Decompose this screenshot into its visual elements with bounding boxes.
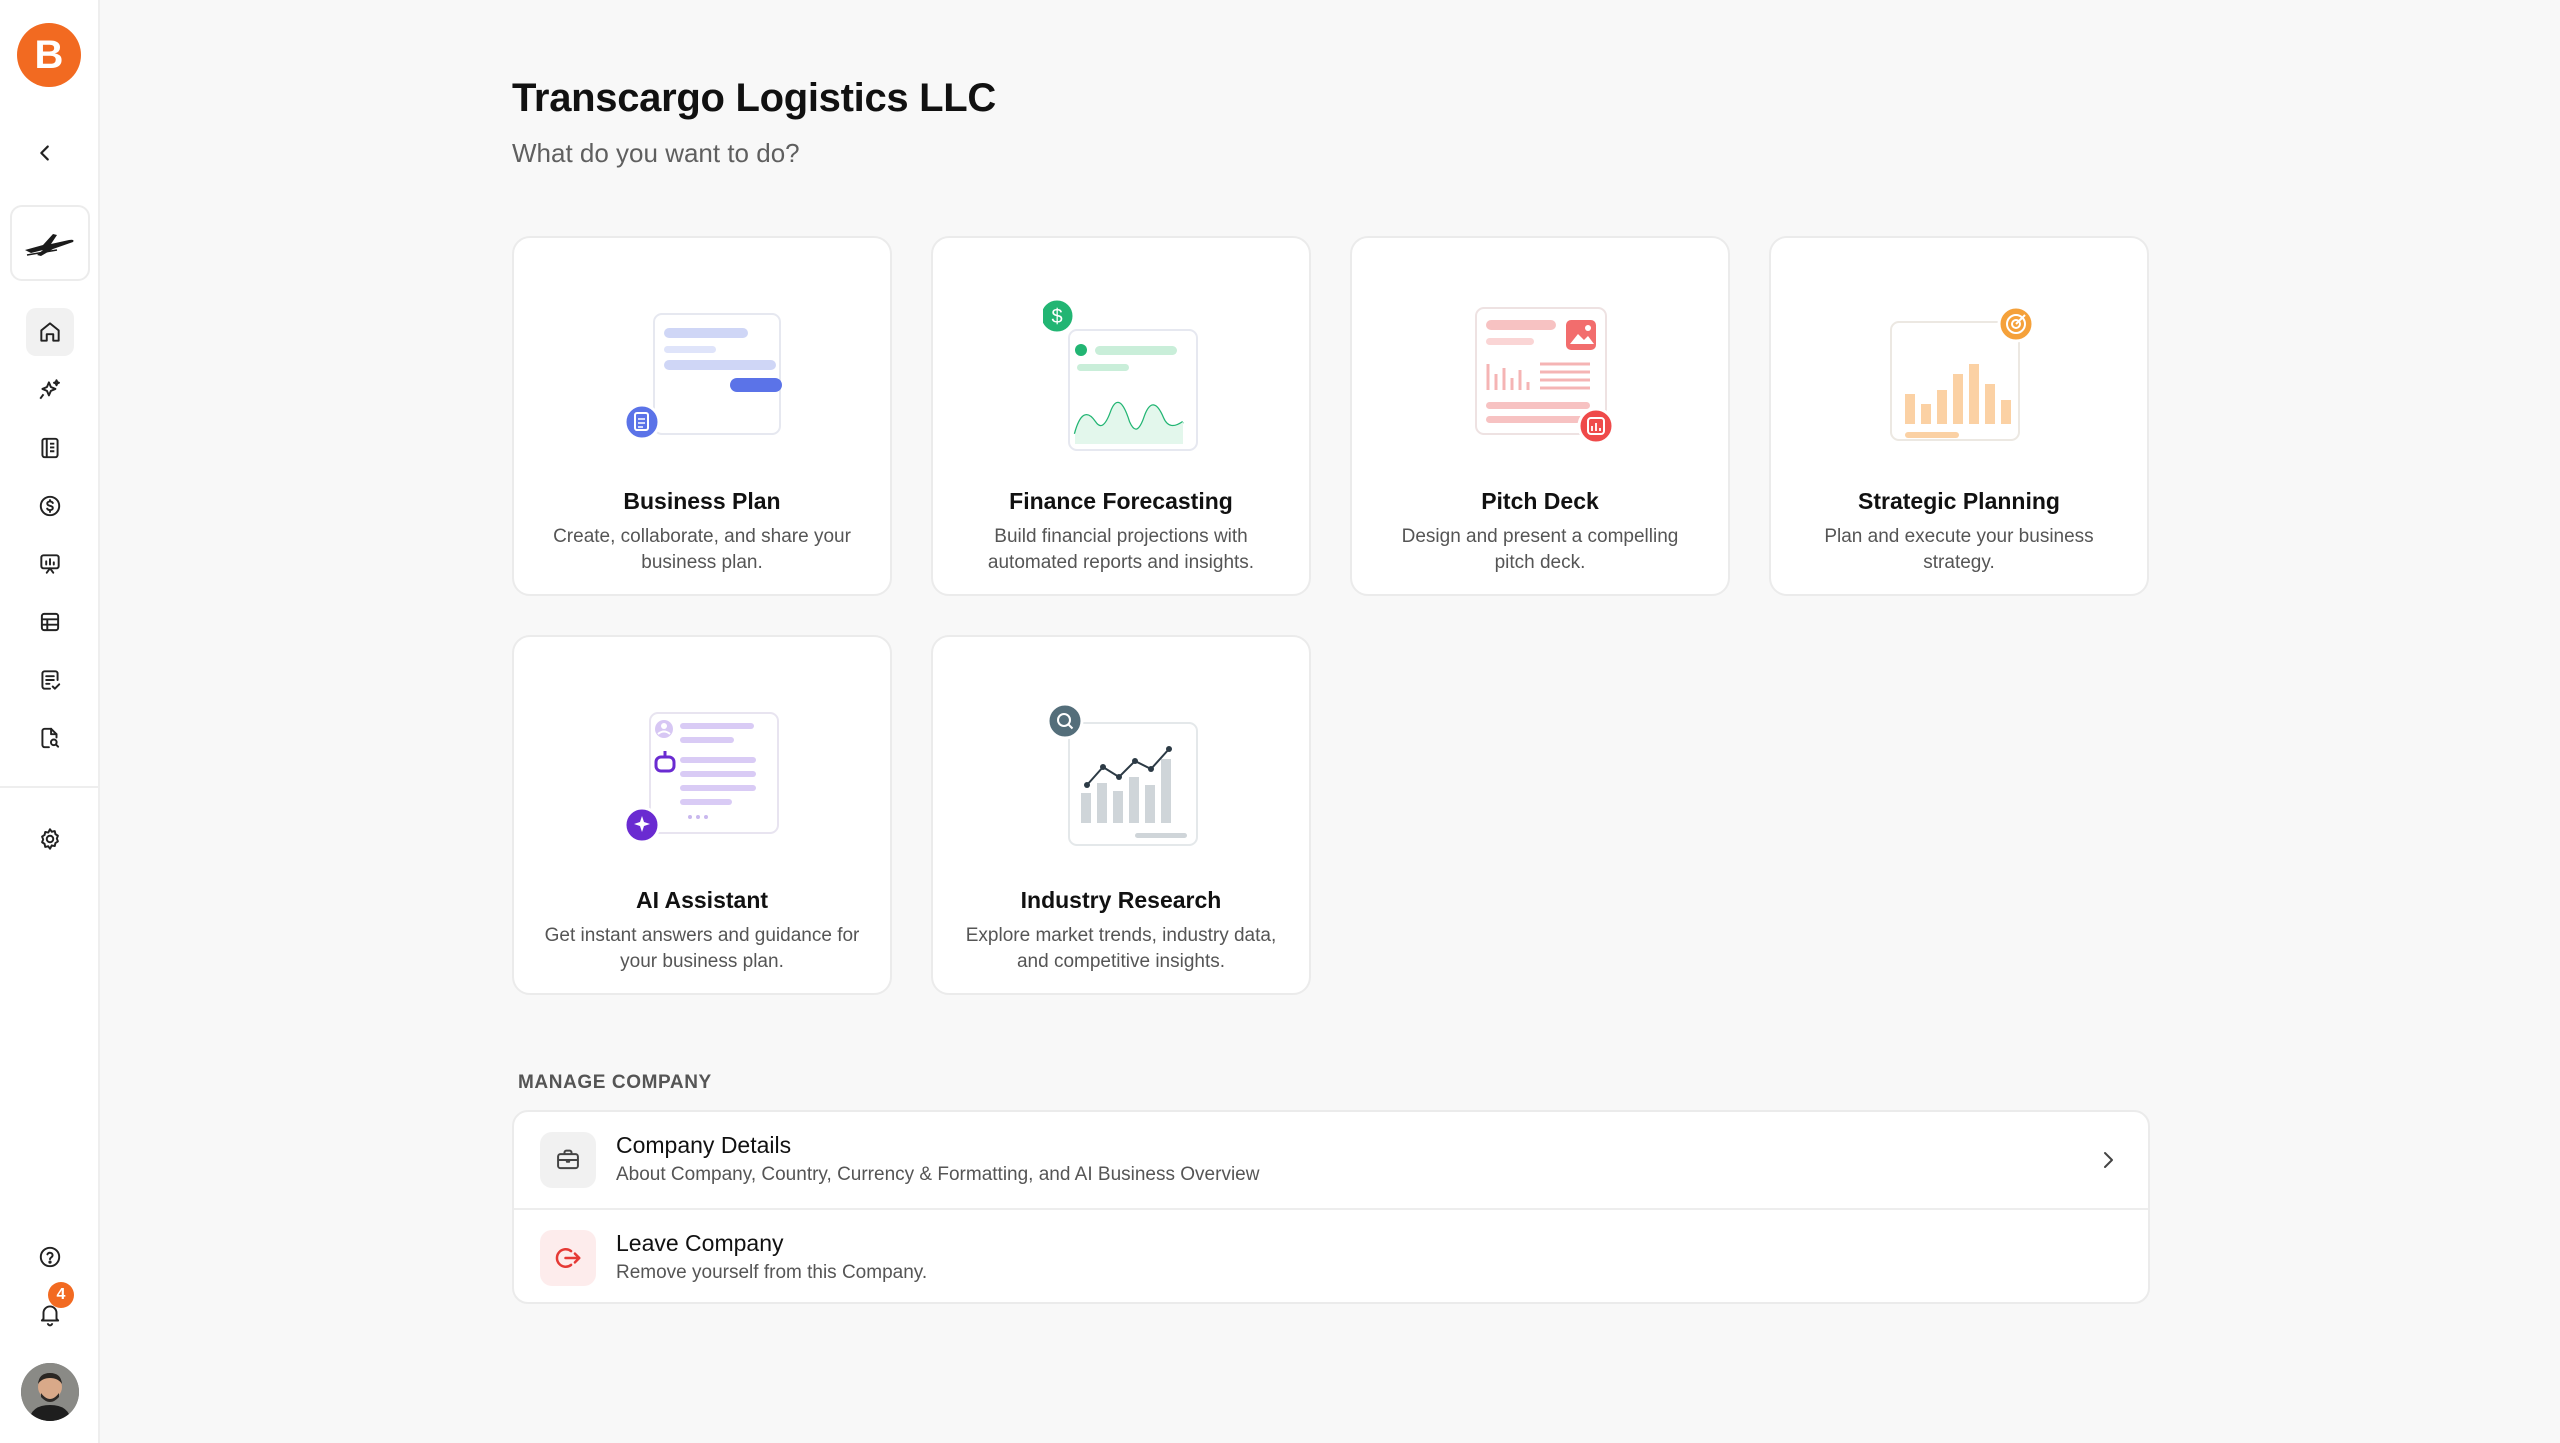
row-description: About Company, Country, Currency & Forma… [616, 1164, 1260, 1185]
business-plan-illustration [624, 313, 782, 441]
help-button[interactable] [26, 1233, 74, 1281]
notification-count-badge: 4 [48, 1282, 74, 1308]
strategic-planning-illustration [1890, 305, 2035, 441]
row-title: Company Details [616, 1132, 792, 1158]
row-description: Remove yourself from this Company. [616, 1262, 928, 1283]
home-icon [40, 322, 60, 342]
presentation-icon [40, 554, 60, 574]
company-details-row[interactable]: Company Details About Company, Country, … [514, 1112, 2148, 1208]
company-details-icon-wrap [540, 1132, 596, 1188]
dollar-badge-glyph: $ [1051, 306, 1062, 328]
card-description: Build financial projections with automat… [987, 526, 1255, 573]
briefcase-icon [557, 1149, 579, 1170]
card-finance-forecasting[interactable]: $ Finance Forecasting Build financial pr… [931, 236, 1311, 596]
card-description: Plan and execute your business strategy. [1824, 526, 2094, 573]
nav-home[interactable] [26, 308, 74, 356]
card-description: Create, collaborate, and share your busi… [553, 526, 851, 573]
user-photo-icon [21, 1363, 79, 1421]
page-subtitle: What do you want to do? [512, 138, 800, 168]
brand-letter: B [34, 32, 64, 77]
card-strategic-planning[interactable]: Strategic Planning Plan and execute your… [1769, 236, 2149, 596]
nav-finance[interactable] [26, 482, 74, 530]
finance-forecasting-illustration: $ [1043, 297, 1198, 451]
sidebar-divider [0, 786, 98, 788]
chevron-left-icon [40, 145, 49, 161]
logout-icon [555, 1248, 581, 1268]
nav-tables[interactable] [26, 598, 74, 646]
user-avatar[interactable] [21, 1363, 79, 1421]
card-title: Pitch Deck [1481, 488, 1599, 514]
sparkles-icon [39, 379, 60, 400]
manage-company-list: Company Details About Company, Country, … [512, 1110, 2150, 1304]
nav-pitch-deck[interactable] [26, 540, 74, 588]
help-circle-icon [39, 1246, 61, 1268]
chevron-right-icon [2104, 1152, 2113, 1168]
card-title: AI Assistant [635, 887, 769, 913]
card-ai-assistant[interactable]: AI Assistant Get instant answers and gui… [512, 635, 892, 995]
row-title: Leave Company [616, 1230, 784, 1256]
airplane-logo-icon [25, 234, 74, 256]
brand-logo[interactable]: B [17, 23, 81, 87]
card-description: Design and present a compelling pitch de… [1401, 526, 1679, 573]
card-business-plan[interactable]: Business Plan Create, collaborate, and s… [512, 236, 892, 596]
dollar-icon [39, 495, 61, 517]
leave-company-icon-wrap [540, 1230, 596, 1286]
ai-assistant-illustration [624, 712, 779, 844]
card-pitch-deck[interactable]: Pitch Deck Design and present a compelli… [1350, 236, 1730, 596]
industry-research-illustration [1046, 702, 1198, 846]
sidebar: B 4 [0, 0, 100, 1443]
page-title: Transcargo Logistics LLC [512, 76, 997, 120]
pitch-deck-illustration [1475, 307, 1615, 445]
plan-book-icon [41, 437, 59, 459]
manage-company-label: MANAGE COMPANY [518, 1072, 712, 1093]
leave-company-row[interactable]: Leave Company Remove yourself from this … [514, 1208, 2148, 1306]
company-logo[interactable] [10, 205, 90, 281]
checklist-icon [41, 670, 61, 690]
card-title: Industry Research [1020, 887, 1222, 913]
collapse-sidebar-button[interactable] [30, 138, 60, 168]
nav-settings[interactable] [26, 815, 74, 863]
notifications-button[interactable]: 4 [26, 1282, 74, 1338]
card-description: Get instant answers and guidance for you… [544, 925, 860, 972]
document-search-icon [41, 727, 60, 749]
card-title: Strategic Planning [1858, 488, 2060, 514]
card-title: Finance Forecasting [1009, 488, 1233, 514]
card-title: Business Plan [623, 488, 781, 514]
nav-business-plan[interactable] [26, 424, 74, 472]
nav-ai-assistant[interactable] [26, 366, 74, 414]
card-industry-research[interactable]: Industry Research Explore market trends,… [931, 635, 1311, 995]
table-icon [40, 612, 60, 632]
nav-research[interactable] [26, 714, 74, 762]
card-description: Explore market trends, industry data, an… [965, 925, 1277, 972]
nav-checklist[interactable] [26, 656, 74, 704]
gear-icon [41, 828, 59, 850]
